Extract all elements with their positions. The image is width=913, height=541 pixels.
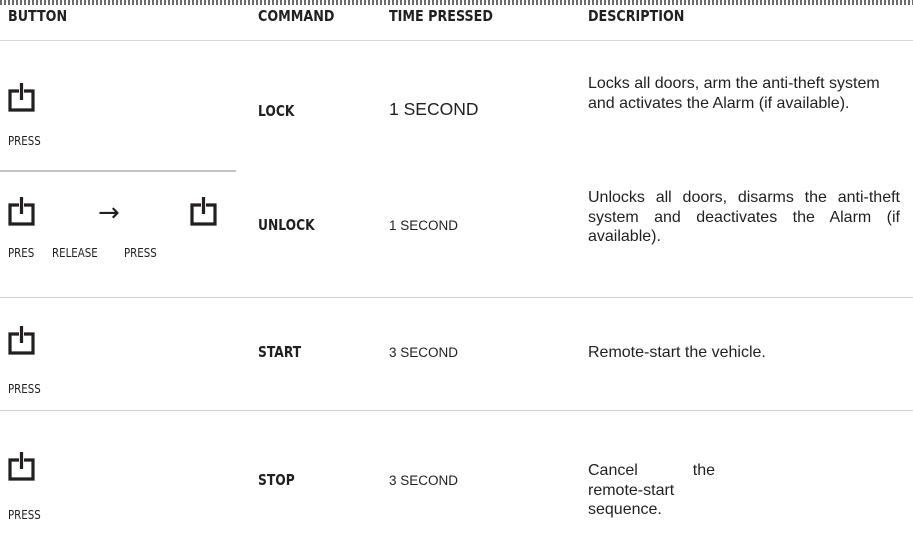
power-button-icon [8,326,35,355]
press-label: PRES [8,245,35,260]
time-pressed: 3 SECOND [389,473,459,488]
power-button-icon [8,83,35,112]
command-start: START [258,343,302,361]
release-label: RELEASE [52,245,98,260]
table-header: BUTTON COMMAND TIME PRESSED DESCRIPTION [0,0,913,41]
press-label: PRESS [8,381,41,396]
header-time-pressed: TIME PRESSED [389,7,493,25]
time-pressed: 3 SECOND [389,345,459,360]
arrow-right-icon: → [98,198,120,228]
description: Unlocks all doors, disarms the anti-thef… [588,189,900,245]
header-command: COMMAND [258,7,335,25]
press-label: PRESS [8,507,41,522]
time-pressed: 1 SECOND [389,218,459,233]
press-label: PRESS [124,245,157,260]
power-button-icon [8,452,35,481]
press-label: PRESS [8,133,41,148]
description: Remote-start the vehicle. [588,344,766,361]
time-pressed: 1 SECOND [389,99,479,119]
command-lock: LOCK [258,102,295,120]
table-row-lock: PRESS LOCK 1 SECOND Locks all doors, arm… [0,41,913,172]
description: Cancel the remote-start sequence. [588,462,715,518]
table-row-unlock: → PRES RELEASE PRESS UNLOCK 1 SECOND Unl… [0,172,913,298]
command-unlock: UNLOCK [258,216,315,234]
power-button-icon [190,197,217,226]
header-button: BUTTON [8,7,68,25]
table-row-start: PRESS START 3 SECOND Remote-start the ve… [0,298,913,411]
header-description: DESCRIPTION [588,7,685,25]
table-row-stop: PRESS STOP 3 SECOND Cancel the remote-st… [0,411,913,541]
power-button-icon [8,197,35,226]
command-stop: STOP [258,471,295,489]
description: Locks all doors, arm the anti-theft syst… [588,75,880,112]
